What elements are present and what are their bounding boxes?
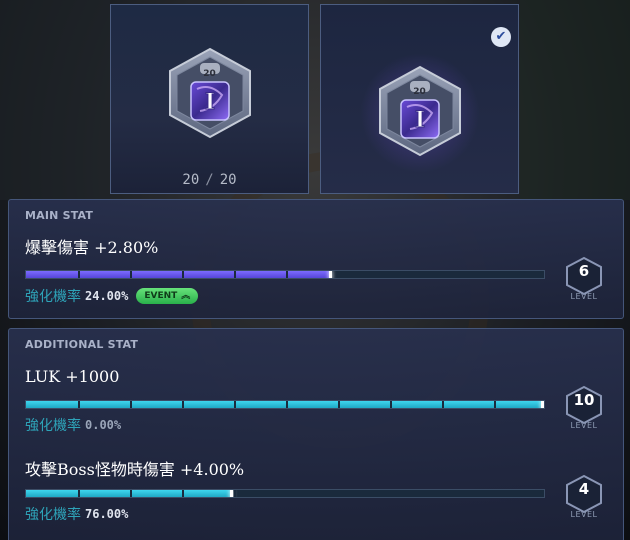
svg-text:I: I [204,89,214,115]
emblem-level: 20 [203,69,216,79]
stat-name: 攻擊Boss怪物時傷害 +4.00% [25,460,245,479]
stat-progress-bar [25,270,545,279]
svg-text:I: I [414,107,424,133]
emblem-card-selected[interactable]: ✔ I 20 [320,4,519,194]
count-current: 20 [182,172,200,188]
count-max: 20 [219,172,237,188]
level-badge: 6 LEVEL [561,256,607,308]
emblem-card-current[interactable]: I 20 20 / 20 [110,4,309,194]
section-title: ADDITIONAL STAT [25,338,139,351]
check-icon: ✔ [491,27,511,47]
level-word: LEVEL [570,421,598,430]
rate-label: 強化機率 [25,418,81,434]
event-badge: EVENT ︽ [136,288,199,304]
main-stat-panel: MAIN STAT 爆擊傷害 +2.80% 強化機率 24.00% EVENT … [8,199,624,319]
level-number: 10 [573,391,595,409]
stat-progress-bar [25,489,545,498]
event-label: EVENT [144,291,178,301]
rate-value: 0.00% [85,418,122,432]
stat-name: 爆擊傷害 +2.80% [25,238,159,257]
success-rate: 強化機率 24.00% EVENT ︽ [25,286,199,306]
level-word: LEVEL [570,292,598,301]
level-word: LEVEL [570,510,598,519]
additional-stat-panel: ADDITIONAL STAT LUK +1000 強化機率 0.00% 10 … [8,328,624,540]
emblem-hexagon-icon: I 20 [374,65,466,157]
emblem-level: 20 [413,87,426,97]
level-number: 6 [578,262,590,280]
success-rate: 強化機率 76.00% [25,504,128,524]
rate-value: 24.00% [85,289,129,303]
rate-label: 強化機率 [25,289,81,305]
count-separator: / [205,172,214,188]
level-badge: 10 LEVEL [561,385,607,437]
level-badge: 4 LEVEL [561,474,607,526]
section-title: MAIN STAT [25,209,94,222]
rate-value: 76.00% [85,507,129,521]
emblem-hexagon-icon: I 20 [164,47,256,139]
stat-name: LUK +1000 [25,367,120,386]
chevron-up-icon: ︽ [181,291,191,301]
stat-progress-bar [25,400,545,409]
rate-label: 強化機率 [25,507,81,523]
success-rate: 強化機率 0.00% [25,415,121,435]
emblem-count: 20 / 20 [111,172,308,188]
level-number: 4 [578,480,590,498]
stat-progress-fill [26,401,544,408]
